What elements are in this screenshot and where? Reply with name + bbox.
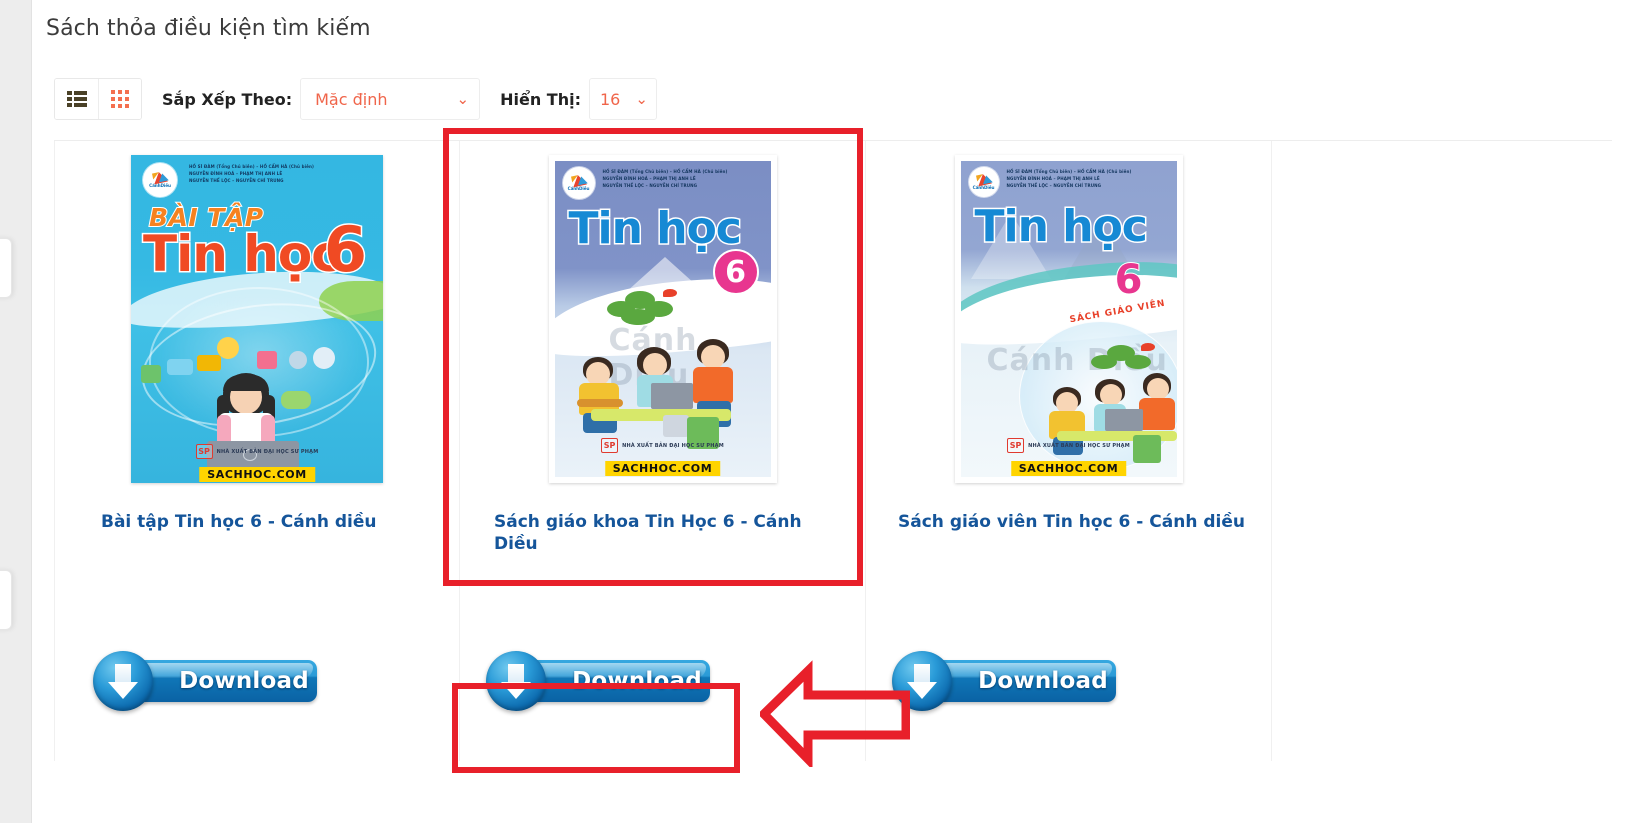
left-gutter — [0, 0, 32, 823]
cover-grade: 6 — [1114, 256, 1144, 304]
cover-authors: HỒ SĨ ĐÀM (Tổng Chủ biên) – HỒ CẨM HÀ (C… — [189, 164, 314, 183]
canh-dieu-logo: CánhDiều — [968, 167, 999, 197]
publisher-mark-group: SP NHÀ XUẤT BẢN ĐẠI HỌC SƯ PHẠM — [555, 438, 771, 453]
canh-dieu-logo: CánhDiều — [562, 167, 595, 199]
download-arrow-icon — [93, 651, 153, 711]
show-count-select[interactable]: 16 ⌄ — [588, 78, 657, 120]
publisher-name: NHÀ XUẤT BẢN ĐẠI HỌC SƯ PHẠM — [622, 442, 724, 449]
bird-icon — [662, 289, 677, 297]
download-row: Download — [55, 651, 459, 711]
download-button[interactable]: Download — [892, 651, 1118, 711]
page-root: Sách thỏa điều kiện tìm kiếm Sắp Xếp The… — [0, 0, 1626, 823]
canh-dieu-logo: CánhDiều — [143, 163, 177, 197]
book-cover-baitap: CánhDiều HỒ SĨ ĐÀM (Tổng Chủ biên) – HỒ … — [131, 155, 383, 483]
publisher-logo: SP — [601, 438, 619, 453]
show-count-value: 16 — [599, 89, 621, 109]
publisher-logo: SP — [195, 444, 213, 459]
chevron-down-icon: ⌄ — [635, 89, 648, 108]
cover-authors: HỒ SĨ ĐÀM (Tổng Chủ biên) – HỒ CẨM HÀ (C… — [1006, 169, 1132, 188]
download-row: Download — [866, 651, 1271, 711]
publisher-mark-group: SP NHÀ XUẤT BẢN ĐẠI HỌC SƯ PHẠM — [961, 438, 1177, 453]
download-arrow-icon — [892, 651, 952, 711]
download-button[interactable]: Download — [486, 651, 712, 711]
view-mode-group — [54, 78, 142, 120]
sort-by-label: Sắp Xếp Theo: — [162, 89, 293, 109]
sort-by-value: Mặc định — [315, 89, 388, 109]
cover-line2: Tin học — [567, 202, 743, 256]
download-button-label: Download — [179, 668, 309, 694]
list-view-button[interactable] — [55, 79, 98, 119]
publisher-mark-group: SP NHÀ XUẤT BẢN ĐẠI HỌC SƯ PHẠM — [131, 444, 383, 459]
product-title-link[interactable]: Sách giáo viên Tin học 6 - Cánh diều — [866, 511, 1271, 533]
download-button-label: Download — [978, 668, 1108, 694]
sort-by-select[interactable]: Mặc định ⌄ — [300, 78, 481, 120]
book-cover-thumbnail[interactable]: CánhDiều HỒ SĨ ĐÀM (Tổng Chủ biên) – HỒ … — [460, 155, 865, 485]
download-row: Download — [460, 651, 865, 711]
product-grid: CánhDiều HỒ SĨ ĐÀM (Tổng Chủ biên) – HỒ … — [54, 141, 1612, 761]
book-cover-sgv: CánhDiều HỒ SĨ ĐÀM (Tổng Chủ biên) – HỒ … — [954, 155, 1183, 483]
cover-grade: 6 — [712, 249, 759, 295]
page-title: Sách thỏa điều kiện tìm kiếm — [46, 16, 371, 41]
publisher-logo: SP — [1007, 438, 1025, 453]
left-side-tab-lower[interactable] — [0, 570, 12, 630]
grid-view-button[interactable] — [98, 79, 141, 119]
product-title-link[interactable]: Sách giáo khoa Tin Học 6 - Cánh Diều — [460, 511, 865, 555]
watermark-banner: SACHHOC.COM — [604, 461, 721, 476]
watermark-banner: SACHHOC.COM — [199, 467, 315, 482]
search-results-panel: Sách thỏa điều kiện tìm kiếm Sắp Xếp The… — [32, 0, 1626, 823]
download-button[interactable]: Download — [93, 651, 319, 711]
chevron-down-icon: ⌄ — [456, 89, 470, 108]
product-title-link[interactable]: Bài tập Tin học 6 - Cánh diều — [55, 511, 459, 533]
product-card: CánhDiều HỒ SĨ ĐÀM (Tổng Chủ biên) – HỒ … — [460, 141, 866, 761]
product-card: CánhDiều HỒ SĨ ĐÀM (Tổng Chủ biên) – HỒ … — [54, 141, 460, 761]
watermark-banner: SACHHOC.COM — [1010, 461, 1127, 476]
grid-view-icon — [111, 90, 129, 108]
cover-illustration-kid-left — [576, 357, 623, 441]
cover-line2: Tin học — [142, 224, 343, 285]
cover-grade: 6 — [322, 212, 368, 288]
product-card: CánhDiều HỒ SĨ ĐÀM (Tổng Chủ biên) – HỒ … — [866, 141, 1272, 761]
cover-line2: Tin học — [973, 200, 1149, 254]
publisher-name: NHÀ XUẤT BẢN ĐẠI HỌC SƯ PHẠM — [1028, 442, 1130, 449]
book-cover-sgk: CánhDiều HỒ SĨ ĐÀM (Tổng Chủ biên) – HỒ … — [548, 155, 777, 483]
results-toolbar: Sắp Xếp Theo: Mặc định ⌄ Hiển Thị: 16 ⌄ — [54, 78, 657, 120]
cover-authors: HỒ SĨ ĐÀM (Tổng Chủ biên) – HỒ CẨM HÀ (C… — [602, 169, 728, 188]
show-count-label: Hiển Thị: — [500, 89, 581, 109]
download-button-label: Download — [572, 668, 702, 694]
book-cover-thumbnail[interactable]: CánhDiều HỒ SĨ ĐÀM (Tổng Chủ biên) – HỒ … — [55, 155, 459, 485]
tree-illustration — [606, 289, 681, 335]
book-cover-thumbnail[interactable]: CánhDiều HỒ SĨ ĐÀM (Tổng Chủ biên) – HỒ … — [866, 155, 1271, 485]
download-arrow-icon — [486, 651, 546, 711]
left-side-tab-upper[interactable] — [0, 238, 12, 298]
list-view-icon — [66, 91, 87, 107]
bird-icon — [1140, 343, 1155, 351]
publisher-name: NHÀ XUẤT BẢN ĐẠI HỌC SƯ PHẠM — [216, 448, 319, 455]
